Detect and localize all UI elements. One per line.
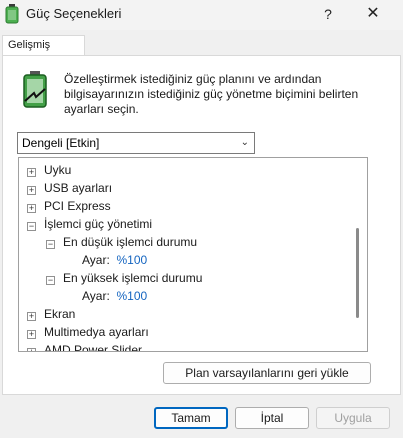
tree-setting-min[interactable]: Ayar: %100 [82, 251, 147, 269]
chevron-down-icon: ⌄ [240, 137, 249, 148]
expand-icon[interactable]: + [27, 204, 36, 213]
power-options-icon [5, 4, 19, 24]
tree-item-min-processor-state[interactable]: − En düşük işlemci durumu [46, 233, 197, 251]
tree-item-sleep[interactable]: + Uyku [27, 161, 71, 179]
tree-item-usb[interactable]: + USB ayarları [27, 179, 112, 197]
tree-item-multimedia[interactable]: + Multimedya ayarları [27, 323, 149, 341]
window-title: Güç Seçenekleri [26, 6, 122, 21]
tree-item-label: AMD Power Slider [44, 343, 143, 352]
power-plan-dropdown[interactable]: Dengeli [Etkin] ⌄ [17, 132, 255, 154]
setting-label: Ayar: [82, 289, 110, 303]
expand-icon[interactable]: + [27, 168, 36, 177]
collapse-icon[interactable]: − [46, 240, 55, 249]
tree-setting-max[interactable]: Ayar: %100 [82, 287, 147, 305]
tree-item-label: Multimedya ayarları [44, 325, 149, 339]
tree-item-display[interactable]: + Ekran [27, 305, 75, 323]
tree-item-label: İşlemci güç yönetimi [44, 217, 153, 231]
expand-icon[interactable]: + [27, 330, 36, 339]
setting-value-link[interactable]: %100 [116, 289, 147, 303]
setting-label: Ayar: [82, 253, 110, 267]
tree-item-label: USB ayarları [44, 181, 113, 195]
tree-item-processor-power[interactable]: − İşlemci güç yönetimi [27, 215, 152, 233]
battery-power-icon [23, 71, 47, 108]
tree-item-amd-power-slider[interactable]: + AMD Power Slider [27, 341, 143, 352]
tree-item-pci-express[interactable]: + PCI Express [27, 197, 111, 215]
power-plan-value: Dengeli [Etkin] [22, 136, 100, 150]
cancel-button[interactable]: İptal [235, 407, 309, 429]
help-button[interactable]: ? [318, 3, 338, 25]
tree-item-label: En yüksek işlemci durumu [63, 271, 203, 285]
title-bar: Güç Seçenekleri ? ✕ [0, 0, 403, 30]
setting-value-link[interactable]: %100 [116, 253, 147, 267]
expand-icon[interactable]: + [27, 348, 36, 351]
close-button[interactable]: ✕ [356, 3, 390, 25]
collapse-icon[interactable]: − [27, 222, 36, 231]
ok-button[interactable]: Tamam [154, 407, 228, 429]
collapse-icon[interactable]: − [46, 276, 55, 285]
tree-item-label: PCI Express [44, 199, 111, 213]
tree-scrollbar[interactable] [356, 228, 359, 318]
expand-icon[interactable]: + [27, 312, 36, 321]
intro-description: Özelleştirmek istediğiniz güç planını ve… [64, 72, 359, 116]
tree-item-label: En düşük işlemci durumu [63, 235, 198, 249]
tab-advanced-settings[interactable]: Gelişmiş ayarlar [2, 35, 85, 70]
tree-item-label: Uyku [44, 163, 72, 177]
tree-item-label: Ekran [44, 307, 76, 321]
tree-item-max-processor-state[interactable]: − En yüksek işlemci durumu [46, 269, 202, 287]
expand-icon[interactable]: + [27, 186, 36, 195]
restore-defaults-button[interactable]: Plan varsayılanlarını geri yükle [163, 362, 371, 384]
settings-tree[interactable]: + Uyku + USB ayarları + PCI Express − İşlemc… [18, 157, 368, 352]
apply-button[interactable]: Uygula [316, 407, 390, 429]
